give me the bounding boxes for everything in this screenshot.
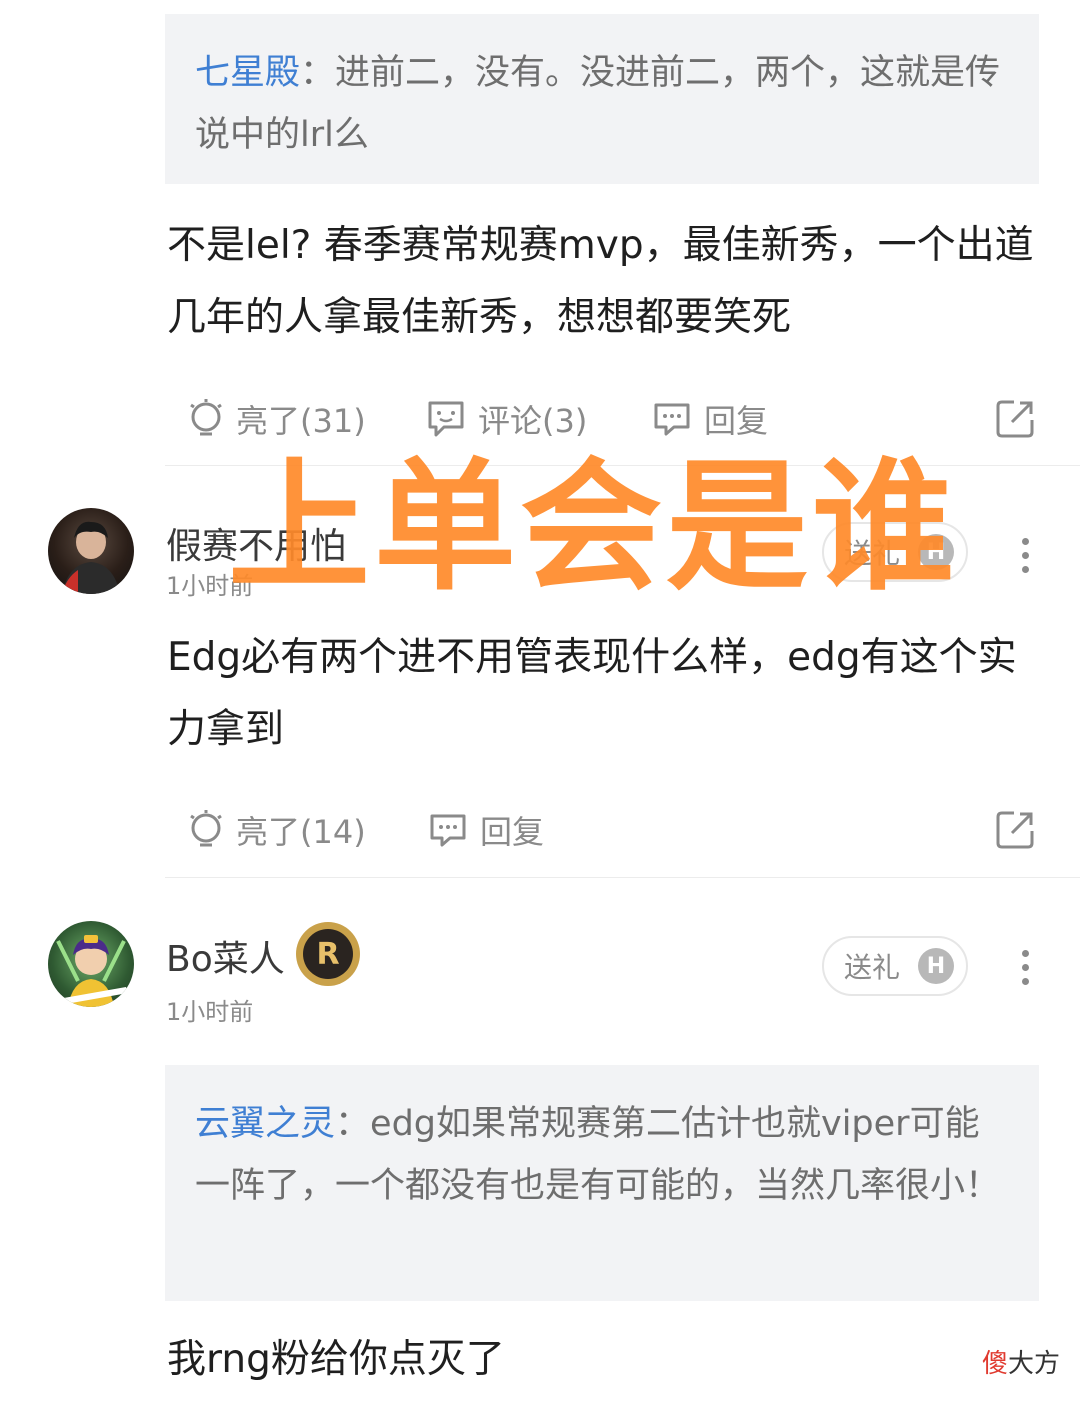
reply-label: 回复: [480, 813, 545, 851]
quoted-username[interactable]: 七星殿: [195, 53, 300, 93]
quote-separator: ：: [335, 1104, 371, 1144]
comment-button[interactable]: 评论(3): [424, 396, 587, 442]
timestamp: 1小时前: [166, 998, 254, 1026]
reply-bubble-icon: [430, 814, 466, 847]
avatar-image: [62, 521, 120, 594]
send-gift-button[interactable]: 送礼 H: [822, 936, 968, 996]
like-count-label: 亮了(31): [236, 402, 366, 440]
user-avatar[interactable]: [48, 921, 134, 1007]
comment-content: Edg必有两个进不用管表现什么样，edg有这个实力拿到: [167, 635, 1017, 752]
comment-content: 我rng粉给你点灭了: [167, 1337, 505, 1382]
share-icon: [996, 400, 1034, 438]
quoted-comment[interactable]: 云翼之灵：edg如果常规赛第二估计也就viper可能一阵了，一个都没有也是有可能…: [165, 1065, 1039, 1301]
lightbulb-icon: [190, 810, 222, 847]
more-options-icon[interactable]: [1021, 538, 1031, 580]
comment-count-label: 评论(3): [478, 402, 588, 440]
username[interactable]: Bo菜人: [166, 930, 285, 982]
share-button[interactable]: [994, 809, 1046, 851]
comment-content: 不是lel? 春季赛常规赛mvp，最佳新秀，一个出道几年的人拿最佳新秀，想想都要…: [167, 223, 1034, 340]
like-count-label: 亮了(14): [236, 813, 366, 851]
quoted-username[interactable]: 云翼之灵: [195, 1104, 335, 1144]
reply-button[interactable]: 回复: [426, 807, 544, 853]
gift-label: 送礼: [844, 951, 901, 984]
gift-coin-icon: H: [918, 948, 954, 984]
reply-bubble-icon: [654, 403, 690, 436]
quoted-comment[interactable]: 七星殿：进前二，没有。没进前二，两个，这就是传说中的lrl么: [165, 14, 1039, 184]
reply-label: 回复: [704, 402, 769, 440]
lightbulb-icon: [190, 399, 222, 436]
divider: [165, 877, 1080, 878]
watermark-part1: 傻: [981, 1349, 1008, 1379]
quote-separator: ：: [300, 53, 336, 93]
overlay-caption: 上单会是谁: [228, 445, 958, 610]
like-button[interactable]: 亮了(14): [186, 807, 366, 853]
avatar-image: [56, 935, 128, 1007]
team-badge-icon: R: [296, 922, 360, 986]
comment-bubble-icon: [428, 401, 464, 437]
more-options-icon[interactable]: [1021, 950, 1031, 992]
share-button[interactable]: [994, 398, 1046, 440]
watermark: 傻大方: [982, 1343, 1060, 1380]
badge-letter: R: [303, 929, 353, 979]
share-icon: [996, 811, 1034, 849]
like-button[interactable]: 亮了(31): [186, 396, 366, 442]
user-avatar[interactable]: [48, 508, 134, 594]
reply-button[interactable]: 回复: [650, 396, 768, 442]
watermark-part2: 大方: [1007, 1349, 1060, 1379]
